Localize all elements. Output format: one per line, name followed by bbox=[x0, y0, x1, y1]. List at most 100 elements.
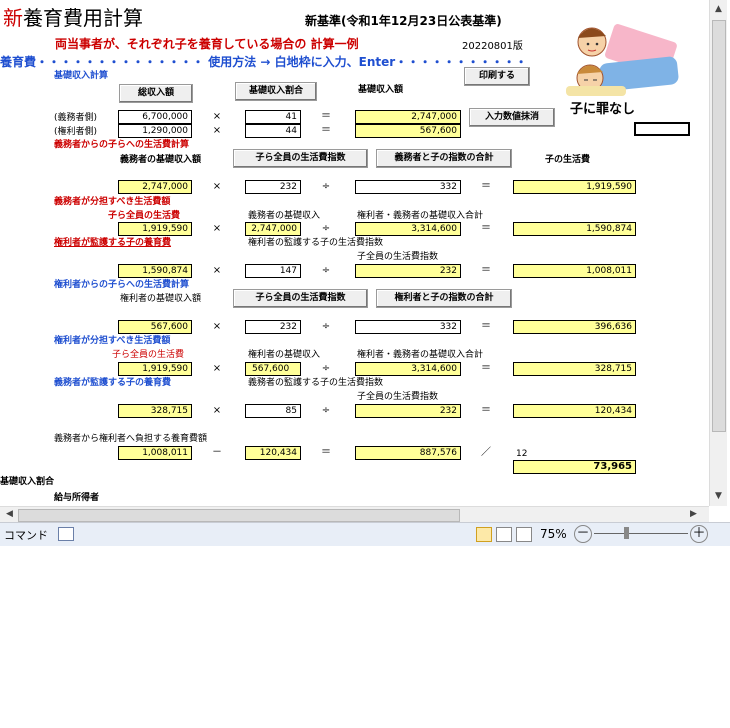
s3-basic: 2,747,000 bbox=[245, 222, 301, 236]
s4-c: 232 bbox=[355, 264, 461, 278]
subtitle: 両当事者が、それぞれ子を養育している場合の 計算一例 bbox=[55, 37, 359, 51]
page-title: 新養育費用計算 bbox=[3, 6, 143, 30]
s4-all-label: 子全員の生活費指数 bbox=[357, 252, 439, 262]
obligor-gross-input[interactable]: 6,700,000 bbox=[118, 110, 192, 124]
horizontal-scroll-thumb[interactable] bbox=[18, 509, 460, 522]
months-value: 12 bbox=[516, 449, 528, 459]
equals-op: ＝ bbox=[481, 223, 491, 234]
times-op: × bbox=[212, 125, 222, 136]
s7-all-label: 子全員の生活費指数 bbox=[357, 392, 439, 402]
equals-op: ＝ bbox=[321, 125, 331, 136]
s4-result: 1,008,011 bbox=[513, 264, 636, 278]
times-op: × bbox=[212, 321, 222, 332]
footer-salary-label: 給与所得者 bbox=[54, 493, 100, 503]
s4-index-label: 権利者の監護する子の生活費指数 bbox=[248, 238, 384, 248]
print-button[interactable]: 印刷する bbox=[464, 67, 530, 86]
basic-income-header: 基礎収入額 bbox=[358, 85, 404, 95]
status-mode: コマンド bbox=[4, 529, 48, 542]
page-layout-view-icon[interactable] bbox=[496, 527, 512, 542]
obligee-ratio-input[interactable]: 44 bbox=[245, 124, 301, 138]
status-bar: コマンド 75% － ＋ bbox=[0, 522, 730, 546]
gross-income-button[interactable]: 総収入額 bbox=[119, 84, 193, 103]
vertical-scroll-thumb[interactable] bbox=[712, 20, 726, 432]
equals-op: ＝ bbox=[481, 363, 491, 374]
divide-op: ÷ bbox=[321, 405, 331, 416]
scroll-up-icon[interactable]: ▲ bbox=[711, 2, 726, 17]
s2-sum-input[interactable]: 332 bbox=[355, 180, 461, 194]
s3-child: 1,919,590 bbox=[118, 222, 192, 236]
scroll-down-icon[interactable]: ▼ bbox=[711, 489, 726, 504]
equals-op: ＝ bbox=[321, 111, 331, 122]
equals-op: ＝ bbox=[481, 405, 491, 416]
times-op: × bbox=[212, 223, 222, 234]
s5-sum-input[interactable]: 332 bbox=[355, 320, 461, 334]
s4-b-input[interactable]: 147 bbox=[245, 264, 301, 278]
children-picture bbox=[566, 24, 679, 96]
s4-a: 1,590,874 bbox=[118, 264, 192, 278]
page-break-view-icon[interactable] bbox=[516, 527, 532, 542]
scroll-right-icon[interactable]: ▶ bbox=[686, 507, 701, 522]
obligor-index-sum-button[interactable]: 義務者と子の指数の合計 bbox=[376, 149, 512, 168]
zoom-level[interactable]: 75% bbox=[540, 527, 567, 541]
s3-result: 1,590,874 bbox=[513, 222, 636, 236]
clear-inputs-button[interactable]: 入力数値抹消 bbox=[469, 108, 555, 127]
divide-op: ÷ bbox=[321, 181, 331, 192]
s2-living: 1,919,590 bbox=[513, 180, 636, 194]
section3-title: 義務者が分担すべき生活費額 bbox=[54, 197, 171, 207]
zoom-slider-track[interactable] bbox=[594, 533, 688, 534]
base-ratio-button[interactable]: 基礎収入割合 bbox=[235, 82, 317, 101]
times-op: × bbox=[212, 265, 222, 276]
s5-basic-label: 権利者の基礎収入額 bbox=[120, 294, 202, 304]
obligee-index-sum-button[interactable]: 権利者と子の指数の合計 bbox=[376, 289, 512, 308]
usage-left: 養育費 bbox=[0, 55, 37, 69]
s6-result: 328,715 bbox=[513, 362, 636, 376]
s2-basic: 2,747,000 bbox=[118, 180, 192, 194]
zoom-slider-thumb[interactable] bbox=[624, 527, 629, 539]
usage-line: 養育費・・・・・・・・・・・・・・ 使用方法 → 白地枠に入力、Enter・・・… bbox=[0, 53, 527, 70]
active-cell-selection[interactable] bbox=[634, 122, 690, 136]
s6-total-label: 権利者・義務者の基礎収入合計 bbox=[357, 350, 484, 360]
children-index-button-2[interactable]: 子ら全員の生活費指数 bbox=[233, 289, 368, 308]
obligee-gross-input[interactable]: 1,290,000 bbox=[118, 124, 192, 138]
s5-index-input[interactable]: 232 bbox=[245, 320, 301, 334]
obligee-row-label: (権利者側) bbox=[54, 127, 98, 137]
spreadsheet-area[interactable]: 新養育費用計算 新基準(令和1年12月23日公表基準) 両当事者が、それぞれ子を… bbox=[0, 0, 709, 506]
s3-total: 3,314,600 bbox=[355, 222, 461, 236]
divide-op: ÷ bbox=[321, 363, 331, 374]
footer-ratio-label: 基礎収入割合 bbox=[0, 477, 55, 487]
obligor-basic-header: 義務者の基礎収入額 bbox=[120, 155, 202, 165]
section7-title: 義務者が監護する子の養育費 bbox=[54, 378, 172, 388]
title-rest: 養育費用計算 bbox=[23, 6, 143, 30]
s7-result: 120,434 bbox=[513, 404, 636, 418]
obligor-ratio-input[interactable]: 41 bbox=[245, 110, 301, 124]
divide-op: ÷ bbox=[321, 321, 331, 332]
title-new: 新 bbox=[3, 6, 23, 30]
macro-record-icon[interactable] bbox=[58, 527, 74, 541]
s7-b-input[interactable]: 85 bbox=[245, 404, 301, 418]
s7-index-label: 義務者の監護する子の生活費指数 bbox=[248, 378, 384, 388]
children-index-button[interactable]: 子ら全員の生活費指数 bbox=[233, 149, 368, 168]
s7-c: 232 bbox=[355, 404, 461, 418]
illustration-caption: 子に罪なし bbox=[570, 102, 636, 117]
section8-label: 義務者から権利者へ負担する養育費額 bbox=[54, 434, 208, 444]
equals-op: ＝ bbox=[481, 321, 491, 332]
slash-op: ／ bbox=[481, 447, 491, 458]
vertical-scrollbar[interactable]: ▲ ▼ bbox=[709, 0, 727, 506]
s3-total-label: 権利者・義務者の基礎収入合計 bbox=[357, 211, 484, 221]
horizontal-scrollbar[interactable]: ◀ ▶ bbox=[0, 506, 709, 523]
times-op: × bbox=[212, 405, 222, 416]
s3-child-label: 子ら全員の生活費 bbox=[108, 211, 181, 221]
usage-dots: ・・・・・・・・・・・・・・ bbox=[36, 55, 205, 69]
usage-text: 使用方法 → 白地枠に入力、Enter bbox=[208, 55, 396, 69]
normal-view-icon[interactable] bbox=[476, 527, 492, 542]
zoom-in-icon[interactable]: ＋ bbox=[690, 525, 708, 543]
s2-index-input[interactable]: 232 bbox=[245, 180, 301, 194]
child-living-header: 子の生活費 bbox=[545, 155, 591, 165]
zoom-out-icon[interactable]: － bbox=[574, 525, 592, 543]
times-op: × bbox=[212, 111, 222, 122]
times-op: × bbox=[212, 363, 222, 374]
s6-child: 1,919,590 bbox=[118, 362, 192, 376]
s5-basic: 567,600 bbox=[118, 320, 192, 334]
section6-title: 権利者が分担すべき生活費額 bbox=[54, 336, 171, 346]
scroll-left-icon[interactable]: ◀ bbox=[2, 507, 17, 522]
